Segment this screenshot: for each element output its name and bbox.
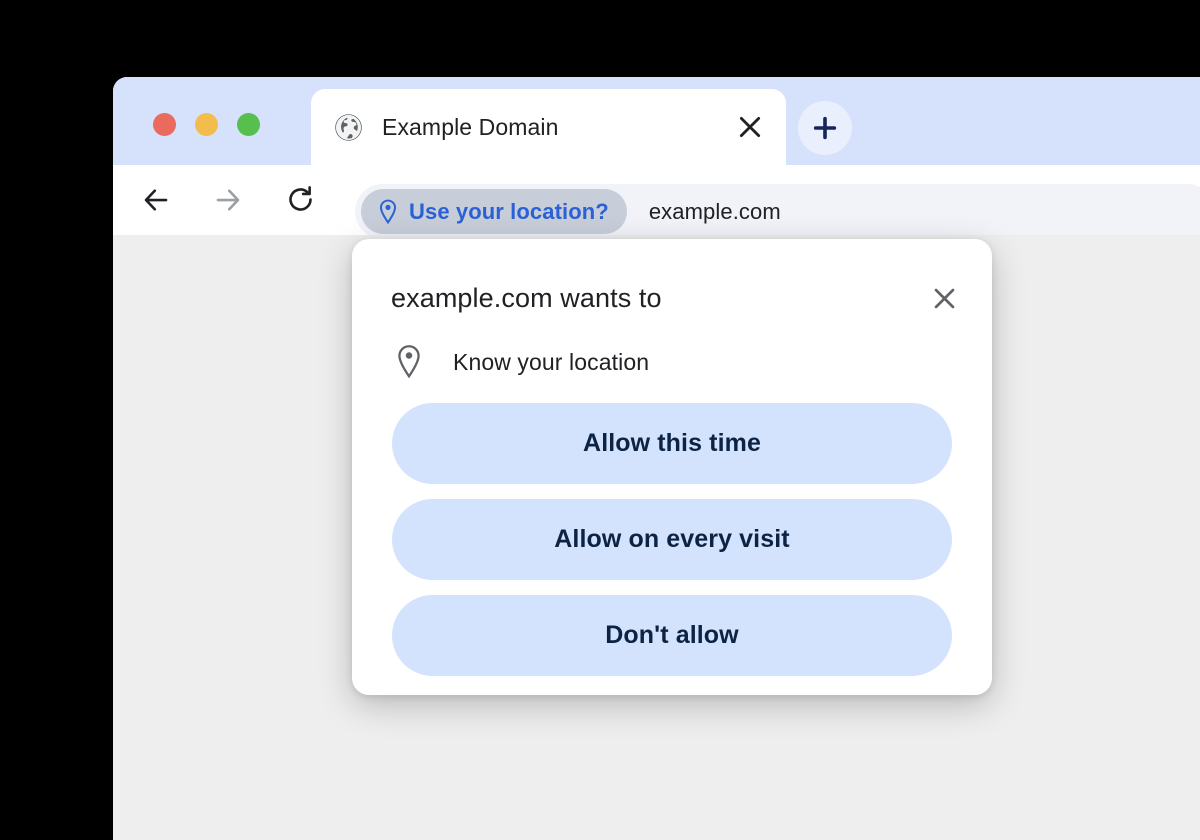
dialog-title: example.com wants to bbox=[391, 283, 662, 313]
back-button[interactable] bbox=[132, 176, 180, 224]
close-icon[interactable] bbox=[728, 105, 772, 149]
reload-button[interactable] bbox=[277, 176, 325, 224]
forward-button[interactable] bbox=[204, 176, 252, 224]
dont-allow-button[interactable]: Don't allow bbox=[392, 595, 952, 676]
tab-strip: Example Domain bbox=[113, 77, 1200, 165]
screen: Example Domain Use your location? exampl… bbox=[0, 0, 1200, 840]
new-tab-button[interactable] bbox=[798, 101, 852, 155]
browser-toolbar: Use your location? example.com bbox=[113, 165, 1200, 239]
close-window-button[interactable] bbox=[153, 113, 176, 136]
permission-label: Know your location bbox=[453, 348, 650, 375]
browser-tab[interactable]: Example Domain bbox=[311, 89, 786, 165]
reload-icon bbox=[289, 186, 312, 211]
location-chip-label: Use your location? bbox=[409, 198, 609, 224]
window-controls bbox=[153, 113, 260, 136]
dialog-header: example.com wants to bbox=[391, 281, 964, 318]
minimize-window-button[interactable] bbox=[195, 113, 218, 136]
allow-every-visit-button[interactable]: Allow on every visit bbox=[392, 499, 952, 580]
close-icon[interactable] bbox=[924, 278, 964, 318]
address-bar[interactable]: Use your location? example.com bbox=[355, 184, 1200, 239]
arrow-left-icon bbox=[144, 189, 168, 211]
location-permission-dialog: example.com wants to Know your location … bbox=[352, 239, 992, 695]
plus-icon bbox=[813, 116, 837, 140]
dialog-actions: Allow this time Allow on every visit Don… bbox=[392, 403, 952, 676]
address-bar-url: example.com bbox=[648, 198, 781, 224]
location-pin-icon bbox=[379, 199, 397, 224]
zoom-window-button[interactable] bbox=[237, 113, 260, 136]
globe-icon bbox=[334, 113, 363, 142]
permission-row: Know your location bbox=[391, 344, 649, 380]
location-pin-outline-icon bbox=[391, 344, 427, 380]
location-permission-chip[interactable]: Use your location? bbox=[361, 189, 627, 234]
tab-title: Example Domain bbox=[382, 113, 559, 140]
arrow-right-icon bbox=[216, 189, 240, 211]
allow-this-time-button[interactable]: Allow this time bbox=[392, 403, 952, 484]
